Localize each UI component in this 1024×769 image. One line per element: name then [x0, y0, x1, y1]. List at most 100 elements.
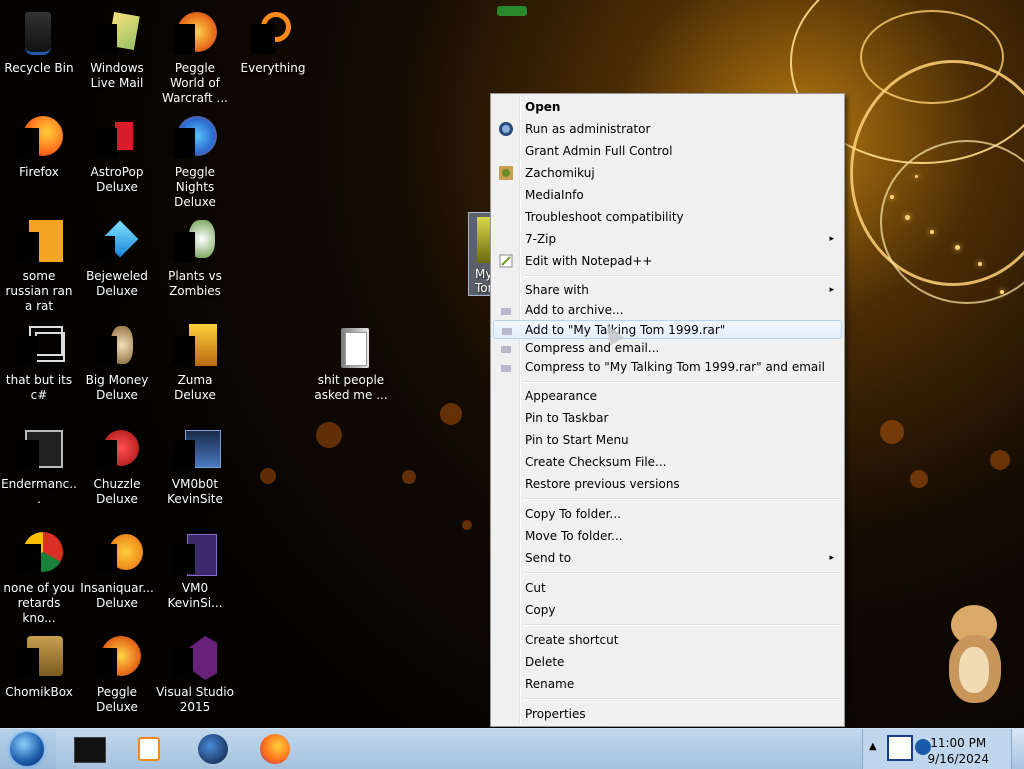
menu-item-troubleshoot[interactable]: Troubleshoot compatibility — [493, 206, 842, 228]
menu-item-rename[interactable]: Rename — [493, 673, 842, 695]
menu-item-copy-to-folder[interactable]: Copy To folder... — [493, 503, 842, 525]
menu-item-add-to-archive[interactable]: Add to archive... — [493, 301, 842, 320]
system-tray: ▲ 11:00 PM 9/16/2024 — [862, 729, 1013, 769]
menu-item-restore-versions[interactable]: Restore previous versions — [493, 473, 842, 495]
menu-item-open[interactable]: Open — [493, 96, 842, 118]
menu-item-mediainfo[interactable]: MediaInfo — [493, 184, 842, 206]
windows-start-icon — [10, 732, 44, 766]
desktop-icon-chrome-app[interactable]: none of you retards kno... — [0, 526, 78, 626]
start-button[interactable] — [6, 729, 48, 769]
menu-item-zachomikuj[interactable]: Zachomikuj — [493, 162, 842, 184]
desktop-icon-plants-vs-zombies[interactable]: Plants vs Zombies — [156, 214, 234, 299]
menu-item-grant-admin[interactable]: Grant Admin Full Control — [493, 140, 842, 162]
menu-item-appearance[interactable]: Appearance — [493, 385, 842, 407]
vm-file-icon — [171, 530, 219, 578]
taskbar-apps-area — [56, 729, 862, 769]
firefox-icon — [15, 114, 63, 162]
submenu-arrow-icon: ▸ — [829, 553, 834, 563]
desktop-icon-visual-studio[interactable]: Visual Studio 2015 — [156, 630, 234, 715]
menu-item-properties[interactable]: Properties — [493, 703, 842, 725]
desktop-icon-vm0-kevinsite[interactable]: VM0 KevinSi... — [156, 526, 234, 611]
menu-item-pin-start[interactable]: Pin to Start Menu — [493, 429, 842, 451]
desktop-icon-peggle-deluxe[interactable]: Peggle Deluxe — [78, 630, 156, 715]
menu-item-copy[interactable]: Copy — [493, 599, 842, 621]
taskbar-terminal[interactable] — [64, 733, 114, 765]
desktop-icon-endermanc[interactable]: Endermanc... — [0, 422, 78, 507]
menu-item-send-to[interactable]: Send to ▸ — [493, 547, 842, 569]
desktop-icon-peggle-nights[interactable]: Peggle Nights Deluxe — [156, 110, 234, 210]
menu-item-delete[interactable]: Delete — [493, 651, 842, 673]
desktop-icon-astropop[interactable]: AstroPop Deluxe — [78, 110, 156, 195]
menu-item-checksum[interactable]: Create Checksum File... — [493, 451, 842, 473]
windows-app-icon — [15, 322, 65, 370]
menu-item-create-shortcut[interactable]: Create shortcut — [493, 629, 842, 651]
mail-icon — [93, 10, 141, 58]
selected-file-label: My Tom — [475, 267, 492, 295]
desktop-icon-csharp-app[interactable]: that but its c# — [0, 318, 78, 403]
context-menu: Open Run as administrator Grant Admin Fu… — [490, 93, 845, 727]
winrar-icon — [498, 341, 514, 357]
desktop-icon-folder[interactable]: shit people asked me ... — [312, 318, 390, 403]
globe-app-icon — [198, 734, 228, 764]
desktop-icon-chomikbox[interactable]: ChomikBox — [0, 630, 78, 700]
menu-item-move-to-folder[interactable]: Move To folder... — [493, 525, 842, 547]
winrar-icon — [499, 323, 515, 339]
tray-app-icon[interactable] — [887, 735, 913, 761]
menu-item-cut[interactable]: Cut — [493, 577, 842, 599]
desktop-icon-big-money[interactable]: Big Money Deluxe — [78, 318, 156, 403]
desktop-icon-selected-file[interactable]: My Tom — [468, 212, 492, 296]
rat-app-icon — [15, 218, 63, 266]
chomikbox-icon — [15, 634, 63, 682]
menu-item-compress-email[interactable]: Compress and email... — [493, 339, 842, 358]
clock[interactable]: 11:00 PM 9/16/2024 — [927, 735, 989, 767]
menu-separator — [523, 698, 840, 700]
menu-item-run-as-admin[interactable]: Run as administrator — [493, 118, 842, 140]
visual-studio-icon — [171, 634, 219, 682]
desktop-icon-windows-live-mail[interactable]: Windows Live Mail — [78, 6, 156, 91]
vm-icon — [171, 426, 221, 474]
submenu-arrow-icon: ▸ — [829, 234, 834, 244]
menu-item-7zip[interactable]: 7-Zip ▸ — [493, 228, 842, 250]
menu-separator — [523, 275, 840, 277]
show-desktop-button[interactable] — [1011, 729, 1024, 769]
menu-separator — [523, 624, 840, 626]
desktop-icon-rat-app[interactable]: some russian ran a rat — [0, 214, 78, 314]
menu-item-notepad-plus[interactable]: Edit with Notepad++ — [493, 250, 842, 272]
menu-separator — [523, 498, 840, 500]
desktop-icon-insaniquarium[interactable]: Insaniquar... Deluxe — [78, 526, 156, 611]
menu-separator — [523, 381, 840, 383]
desktop-icon-recycle-bin[interactable]: Recycle Bin — [0, 6, 78, 76]
desktop-icon-firefox[interactable]: Firefox — [0, 110, 78, 180]
folder-icon — [327, 322, 375, 370]
menu-item-share-with[interactable]: Share with ▸ — [493, 279, 842, 301]
zuma-icon — [171, 322, 219, 370]
firefox-icon — [260, 734, 290, 764]
peggle-icon — [93, 634, 141, 682]
winrar-icon — [498, 360, 514, 376]
taskbar-firefox[interactable] — [250, 733, 300, 765]
desktop-icon-everything[interactable]: Everything — [234, 6, 312, 76]
top-indicator — [497, 6, 527, 16]
menu-item-compress-rar-email[interactable]: Compress to "My Talking Tom 1999.rar" an… — [493, 358, 842, 377]
desktop-icon-peggle-wow[interactable]: Peggle World of Warcraft ... — [156, 6, 234, 106]
desktop-icon-zuma[interactable]: Zuma Deluxe — [156, 318, 234, 403]
desktop-icon-vm0b0t[interactable]: VM0b0t KevinSite — [156, 422, 234, 507]
notepad-plus-icon — [498, 253, 514, 269]
insaniquarium-icon — [93, 530, 143, 578]
chomik-icon — [498, 165, 514, 181]
hamster-gadget[interactable] — [945, 605, 1005, 705]
chuzzle-icon — [93, 426, 141, 474]
clock-date: 9/16/2024 — [927, 752, 989, 766]
astropop-icon — [93, 114, 141, 162]
tray-expand-icon[interactable]: ▲ — [869, 741, 877, 752]
recycle-bin-icon — [15, 10, 63, 58]
taskbar-globe-app[interactable] — [188, 733, 238, 765]
menu-item-add-to-rar[interactable]: Add to "My Talking Tom 1999.rar" — [493, 320, 842, 339]
menu-item-pin-taskbar[interactable]: Pin to Taskbar — [493, 407, 842, 429]
everything-search-icon — [249, 10, 297, 58]
desktop-icon-chuzzle[interactable]: Chuzzle Deluxe — [78, 422, 156, 507]
peggle-nights-icon — [171, 114, 219, 162]
desktop-icon-bejeweled[interactable]: Bejeweled Deluxe — [78, 214, 156, 299]
taskbar-media-player[interactable] — [124, 733, 174, 765]
winrar-icon — [498, 303, 514, 319]
